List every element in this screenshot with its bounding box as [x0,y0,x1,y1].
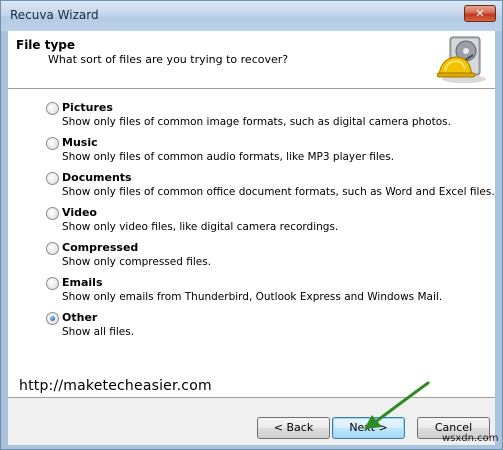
option-documents[interactable]: Documents Show only files of common offi… [46,171,495,206]
radio-pictures[interactable] [46,102,59,115]
option-other[interactable]: Other Show all files. [46,311,486,346]
close-button[interactable]: ✕ [464,5,496,22]
radio-video[interactable] [46,207,59,220]
radio-other[interactable] [46,312,59,325]
option-label[interactable]: Documents [62,171,132,184]
radio-music[interactable] [46,137,59,150]
title-bar[interactable]: Recuva Wizard ✕ [1,1,502,31]
option-label[interactable]: Music [62,136,98,149]
option-description: Show only emails from Thunderbird, Outlo… [62,291,443,303]
option-description: Show all files. [62,326,135,338]
option-label[interactable]: Emails [62,276,103,289]
page-subtitle: What sort of files are you trying to rec… [48,53,289,66]
corner-watermark: wsxdn.com [442,433,499,444]
option-label[interactable]: Video [62,206,97,219]
option-emails[interactable]: Emails Show only emails from Thunderbird… [46,276,486,311]
radio-compressed[interactable] [46,242,59,255]
file-type-options: Pictures Show only files of common image… [46,101,495,346]
window-title: Recuva Wizard [10,8,99,22]
option-video[interactable]: Video Show only video files, like digita… [46,206,486,241]
option-music[interactable]: Music Show only files of common audio fo… [46,136,486,171]
option-pictures[interactable]: Pictures Show only files of common image… [46,101,486,136]
watermark-url: http://maketecheasier.com [19,378,212,394]
option-description: Show only files of common image formats,… [62,116,451,128]
option-compressed[interactable]: Compressed Show only compressed files. [46,241,486,276]
wizard-header: File type What sort of files are you try… [8,31,495,89]
back-button[interactable]: < Back [257,417,330,439]
option-label[interactable]: Pictures [62,101,113,114]
wizard-window: Recuva Wizard ✕ File type What sort of f… [0,0,503,450]
hard-drive-hardhat-icon [437,36,486,83]
green-arrow-icon [364,381,430,429]
option-description: Show only compressed files. [62,256,212,268]
option-label[interactable]: Compressed [62,241,138,254]
page-title: File type [16,38,76,52]
option-description: Show only files of common audio formats,… [62,151,395,163]
option-description: Show only files of common office documen… [62,186,495,198]
option-label[interactable]: Other [62,311,97,324]
radio-emails[interactable] [46,277,59,290]
radio-documents[interactable] [46,172,59,185]
option-description: Show only video files, like digital came… [62,221,339,233]
